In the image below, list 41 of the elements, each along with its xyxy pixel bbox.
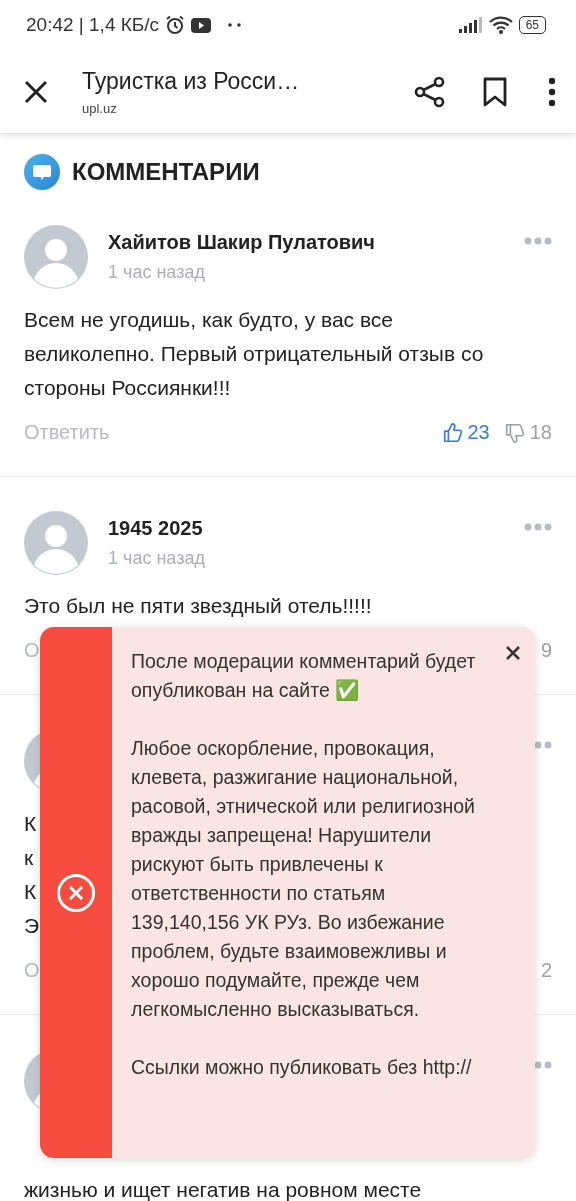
reply-link[interactable]: О [24, 959, 40, 982]
notice-text: Любое оскорбление, провокация, клевета, разжигание национальной, расовой, этнической или религиозной вражды запрещена! Нарушители рискуют быть привлечены к ответственности по статьям 139,140,156 УК РУз. Во избежание проблем, будьте взаимовежливы и хорошо подумайте, прежде чем легкомысленно высказываться. [131, 736, 476, 1022]
error-icon [56, 872, 96, 913]
comment-text: К [24, 879, 37, 905]
battery-level: 65 [518, 16, 546, 34]
signal-icon [458, 17, 483, 33]
comment-text: К [24, 811, 37, 837]
comment-text: жизнью и ищет негатив на ровном месте [24, 1177, 422, 1201]
notice-text: Ссылки можно публиковать без http:// [131, 1055, 473, 1080]
wifi-icon [488, 16, 513, 34]
close-button[interactable] [505, 645, 521, 661]
thumbs-up-icon [441, 421, 464, 444]
more-notifications-icon [227, 22, 244, 28]
alarm-icon [165, 15, 186, 35]
dislike-button[interactable]: 18 [503, 421, 552, 444]
bookmark-button[interactable] [482, 75, 508, 108]
dislike-count: 2 [540, 959, 552, 982]
author-name: Хайитов Шакир Пулатович [108, 231, 376, 254]
notice-text: После модерации комментарий будет опубликован на сайте ✅ [131, 649, 477, 703]
status-time: 20:42 | 1,4 КБ/с [26, 14, 160, 36]
page-title: Туристка из Росси… [82, 67, 301, 95]
avatar-icon [24, 225, 88, 289]
share-button[interactable] [414, 75, 446, 108]
section-title: КОММЕНТАРИИ [72, 158, 260, 186]
comment-text: Всем не угодишь, как будто, у вас все великолепно. Первый отрицательный отзыв со стороны Россиянки!!! [24, 307, 485, 401]
page-domain: upl.uz [82, 100, 118, 116]
comment-text: Это был не пяти звездный отель!!!!! [24, 593, 373, 619]
reply-link[interactable]: Ответить [24, 421, 110, 444]
comment-icon [24, 154, 60, 190]
comment-text: Э [24, 913, 40, 939]
comment-time: 1 час назад [108, 262, 206, 283]
comment-text: к [24, 845, 34, 871]
menu-button[interactable] [548, 76, 556, 107]
thumbs-down-icon [503, 421, 526, 444]
avatar-icon [24, 511, 88, 575]
author-name: 1945 2025 [108, 517, 204, 540]
comment-time: 1 час назад [108, 548, 206, 569]
video-icon [191, 17, 212, 33]
dislike-count: 9 [540, 639, 552, 662]
reply-link[interactable]: О [24, 639, 40, 662]
like-button[interactable]: 23 [441, 421, 490, 444]
